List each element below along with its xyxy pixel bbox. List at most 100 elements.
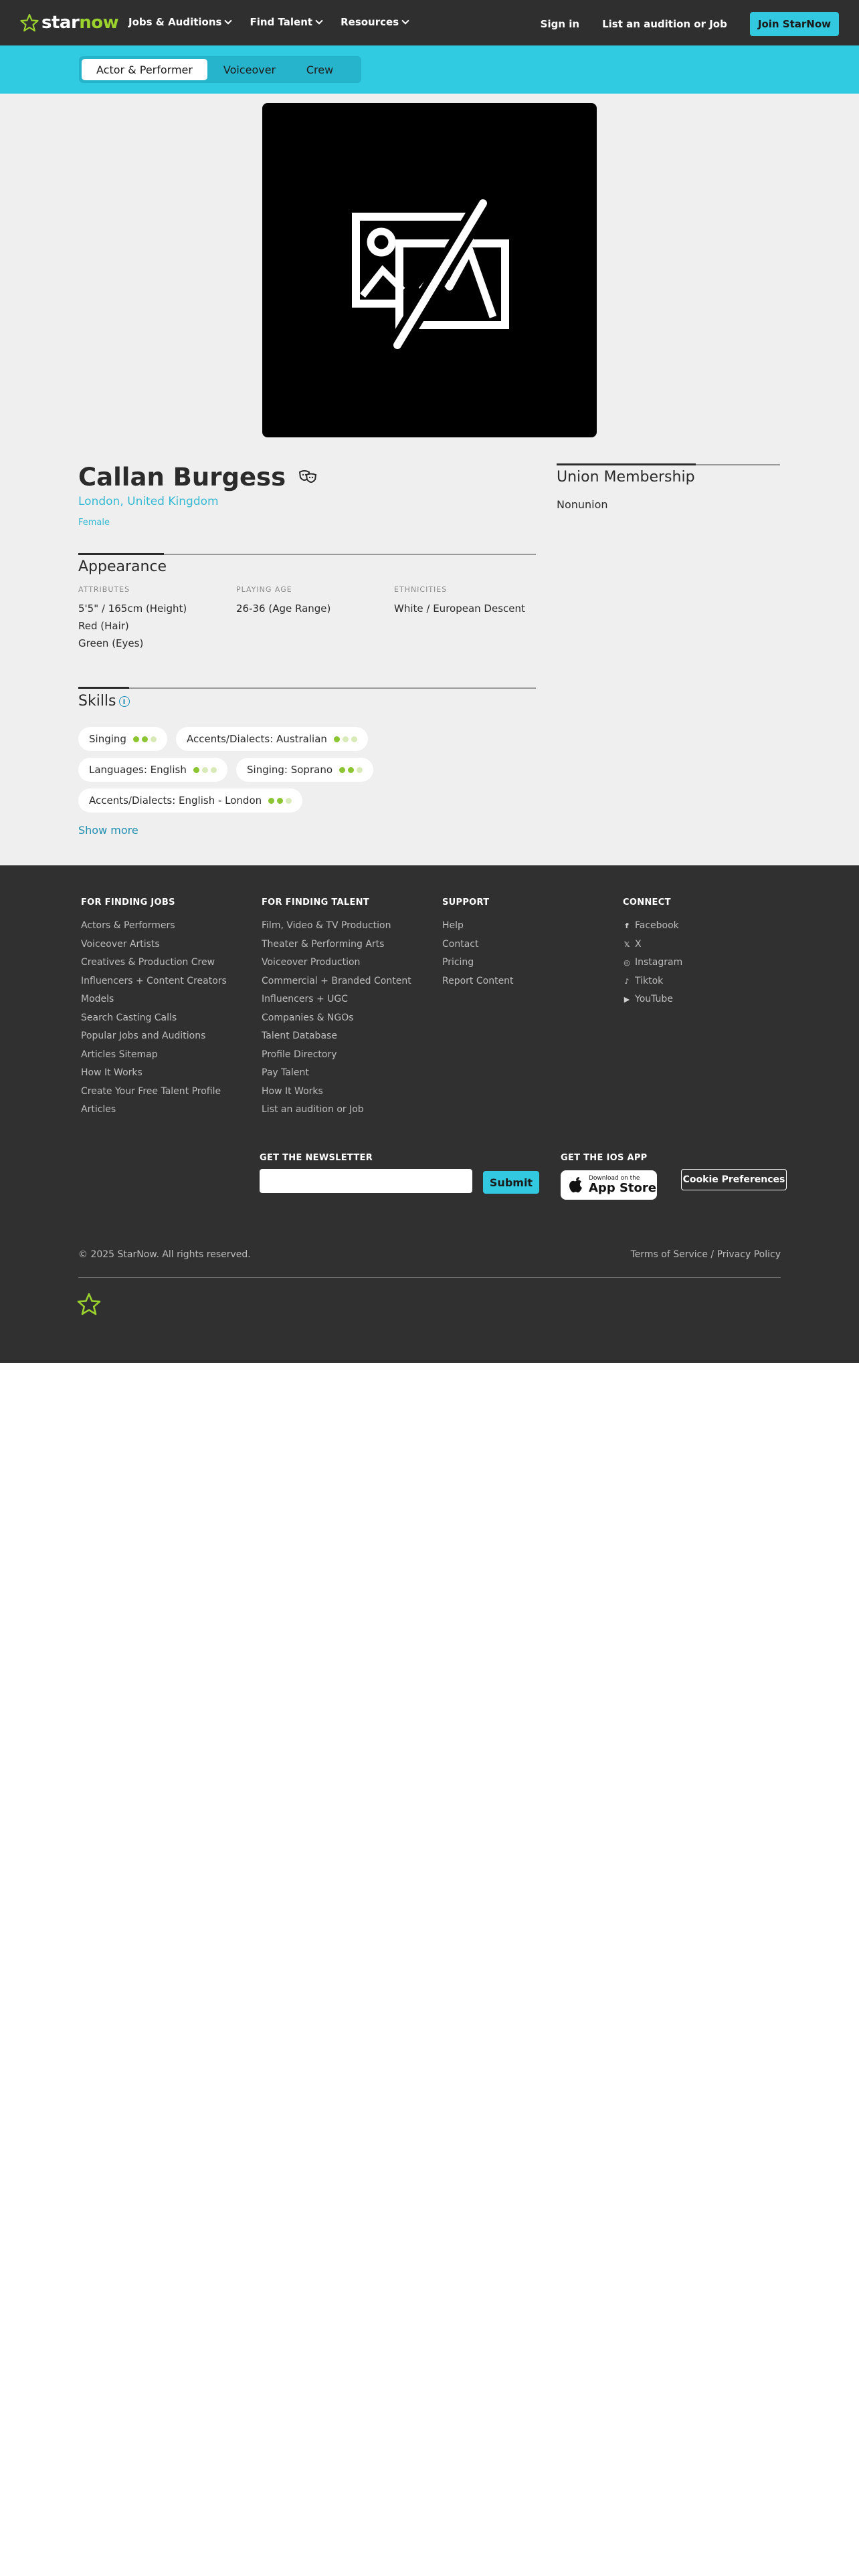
skill-pill[interactable]: Languages: English xyxy=(78,758,227,782)
image-unavailable-icon xyxy=(352,198,509,350)
skill-label: Singing xyxy=(89,733,126,745)
star-logo-icon xyxy=(77,1293,101,1315)
footer-social-instagram[interactable]: ◎ Instagram xyxy=(623,954,682,972)
footer-link[interactable]: Search Casting Calls xyxy=(81,1009,227,1028)
starnow-logo[interactable]: starnow xyxy=(20,9,119,36)
footer-link[interactable]: Articles xyxy=(81,1101,227,1119)
skill-pill[interactable]: Singing: Soprano xyxy=(236,758,373,782)
nav-jobs-auditions[interactable]: Jobs & Auditions xyxy=(128,16,233,28)
account-nav: Sign in List an audition or Job Join Sta… xyxy=(541,12,839,36)
footer-link[interactable]: Commercial + Branded Content xyxy=(262,972,411,991)
skill-pill[interactable]: Singing xyxy=(78,727,167,751)
skill-dot xyxy=(351,736,357,742)
footer-link[interactable]: Voiceover Production xyxy=(262,954,411,972)
footer-link[interactable]: Contact xyxy=(442,936,514,954)
union-value: Nonunion xyxy=(557,498,608,511)
profile-name-row: Callan Burgess xyxy=(78,463,318,492)
skill-level-dots xyxy=(132,736,157,742)
privacy-link[interactable]: Privacy Policy xyxy=(717,1249,781,1260)
terms-link[interactable]: Terms of Service xyxy=(631,1249,708,1260)
chevron-down-icon xyxy=(315,17,323,25)
skill-label: Accents/Dialects: English - London xyxy=(89,794,262,807)
app-store-badge[interactable]: Download on the App Store xyxy=(561,1170,657,1200)
tab-actor-performer[interactable]: Actor & Performer xyxy=(82,59,207,80)
footer-link[interactable]: Creatives & Production Crew xyxy=(81,954,227,972)
footer-link[interactable]: Report Content xyxy=(442,972,514,991)
profile-location[interactable]: London, United Kingdom xyxy=(78,495,219,508)
skills-divider xyxy=(78,687,536,689)
apple-icon xyxy=(569,1177,582,1193)
social-label: Facebook xyxy=(635,920,679,931)
skill-dot xyxy=(132,736,139,742)
site-footer: FOR FINDING JOBS Actors & Performers Voi… xyxy=(0,865,859,1363)
footer-link[interactable]: Pricing xyxy=(442,954,514,972)
footer-heading: FOR FINDING TALENT xyxy=(262,897,369,907)
appearance-divider xyxy=(78,553,536,555)
skill-label: Singing: Soprano xyxy=(247,764,332,776)
skill-dot xyxy=(357,766,363,773)
skills-title: Skills xyxy=(78,693,116,710)
footer-link[interactable]: Film, Video & TV Production xyxy=(262,917,411,936)
footer-link[interactable]: How It Works xyxy=(262,1083,411,1101)
newsletter-submit-button[interactable]: Submit xyxy=(483,1171,539,1194)
skills-title-row: Skills i xyxy=(78,693,130,710)
skill-pill[interactable]: Accents/Dialects: Australian xyxy=(176,727,368,751)
nav-find-talent[interactable]: Find Talent xyxy=(250,16,323,28)
app-store-text: Download on the App Store xyxy=(589,1175,656,1195)
profile-type-band: Actor & Performer Voiceover Crew xyxy=(0,45,859,94)
copyright-text: © 2025 StarNow. All rights reserved. xyxy=(78,1249,251,1260)
footer-link[interactable]: List an audition or Job xyxy=(262,1101,411,1119)
footer-social-facebook[interactable]: f Facebook xyxy=(623,917,682,936)
footer-link[interactable]: Theater & Performing Arts xyxy=(262,936,411,954)
tab-crew[interactable]: Crew xyxy=(292,59,348,80)
info-icon[interactable]: i xyxy=(118,696,130,707)
sign-in-link[interactable]: Sign in xyxy=(541,18,579,30)
social-label: YouTube xyxy=(635,994,673,1004)
footer-social-x[interactable]: 𝕏X xyxy=(623,936,682,954)
skill-dot xyxy=(342,736,349,742)
cookie-preferences-button[interactable]: Cookie Preferences xyxy=(681,1169,787,1190)
footer-link[interactable]: Popular Jobs and Auditions xyxy=(81,1027,227,1046)
footer-link[interactable]: Actors & Performers xyxy=(81,917,227,936)
main-nav: Jobs & Auditions Find Talent Resources xyxy=(128,16,409,28)
chevron-down-icon xyxy=(401,17,409,25)
appearance-title: Appearance xyxy=(78,558,167,575)
nav-resources[interactable]: Resources xyxy=(341,16,409,28)
skill-pill[interactable]: Accents/Dialects: English - London xyxy=(78,788,303,813)
footer-link[interactable]: Pay Talent xyxy=(262,1064,411,1083)
skill-dot xyxy=(193,766,199,773)
footer-link[interactable]: Influencers + Content Creators xyxy=(81,972,227,991)
join-button[interactable]: Join StarNow xyxy=(749,12,839,36)
footer-link[interactable]: Talent Database xyxy=(262,1027,411,1046)
show-more-link[interactable]: Show more xyxy=(78,824,138,837)
footer-col-talent: FOR FINDING TALENT Film, Video & TV Prod… xyxy=(262,897,411,1119)
list-audition-link[interactable]: List an audition or Job xyxy=(602,18,727,30)
newsletter-email-input[interactable] xyxy=(260,1169,472,1193)
footer-social-tiktok[interactable]: ♪ Tiktok xyxy=(623,972,682,991)
footer-link[interactable]: How It Works xyxy=(81,1064,227,1083)
footer-link[interactable]: Companies & NGOs xyxy=(262,1009,411,1028)
footer-social-youtube[interactable]: ▶ YouTube xyxy=(623,990,682,1009)
ethnicities-label: ETHNICITIES xyxy=(394,585,448,594)
profile-gender[interactable]: Female xyxy=(78,518,110,528)
social-label: Instagram xyxy=(635,957,683,968)
skill-label: Languages: English xyxy=(89,764,187,776)
top-navigation-bar: starnow Jobs & Auditions Find Talent Res… xyxy=(0,0,859,45)
footer-link[interactable]: Influencers + UGC xyxy=(262,990,411,1009)
footer-link[interactable]: Profile Directory xyxy=(262,1046,411,1065)
footer-link[interactable]: Models xyxy=(81,990,227,1009)
footer-link[interactable]: Help xyxy=(442,917,514,936)
tab-voiceover[interactable]: Voiceover xyxy=(207,59,292,80)
footer-heading: CONNECT xyxy=(623,897,671,907)
profile-photo[interactable] xyxy=(262,103,597,437)
footer-link[interactable]: Create Your Free Talent Profile xyxy=(81,1083,227,1101)
x-icon: 𝕏 xyxy=(624,940,630,949)
footer-divider xyxy=(78,1277,781,1278)
theater-masks-icon xyxy=(299,469,317,483)
skill-level-dots xyxy=(333,736,357,742)
nav-jobs-label: Jobs & Auditions xyxy=(128,16,222,28)
footer-link[interactable]: Articles Sitemap xyxy=(81,1046,227,1065)
footer-link[interactable]: Voiceover Artists xyxy=(81,936,227,954)
skill-dot xyxy=(333,736,340,742)
app-store-big-text: App Store xyxy=(589,1181,656,1195)
